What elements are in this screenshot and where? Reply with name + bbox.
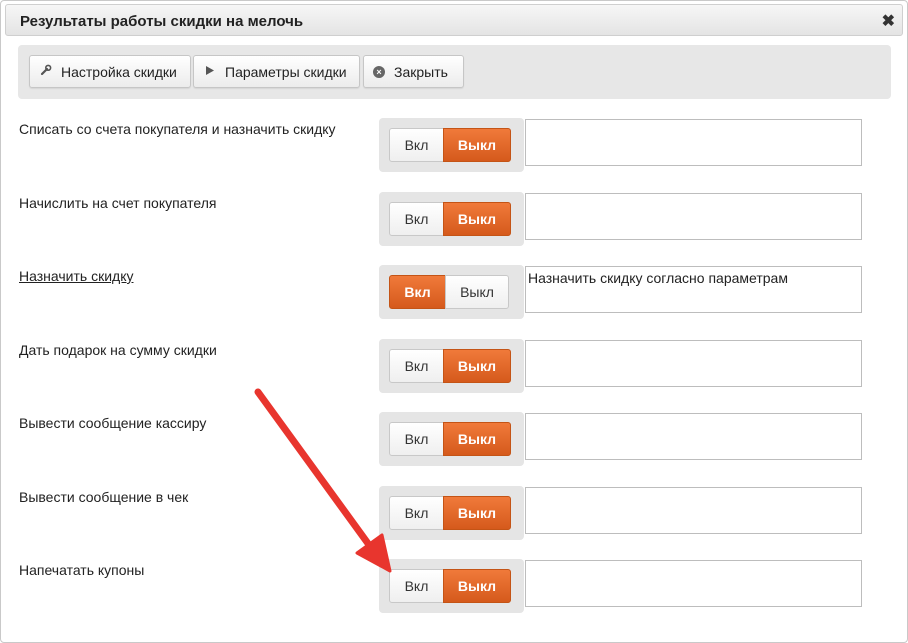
toggle-switch: Вкл Выкл: [379, 192, 524, 246]
toggle-on-button[interactable]: Вкл: [389, 128, 444, 162]
discount-params-label: Параметры скидки: [225, 63, 347, 80]
close-button[interactable]: × Закрыть: [363, 55, 464, 88]
toggle-switch: Вкл Выкл: [379, 265, 524, 319]
row-label: Вывести сообщение кассиру: [19, 415, 207, 431]
toggle-off-button[interactable]: Выкл: [443, 128, 511, 162]
toggle-off-button[interactable]: Выкл: [443, 349, 511, 383]
row-text-field[interactable]: [525, 119, 862, 166]
dialog-titlebar: Результаты работы скидки на мелочь ✖: [5, 4, 903, 36]
close-icon[interactable]: ✖: [882, 11, 895, 31]
toggle-switch: Вкл Выкл: [379, 559, 524, 613]
dialog-title: Результаты работы скидки на мелочь: [20, 13, 304, 30]
row-text-field[interactable]: Назначить скидку согласно параметрам: [525, 266, 862, 313]
discount-results-dialog: Результаты работы скидки на мелочь ✖ Нас…: [0, 0, 908, 643]
toggle-off-button[interactable]: Выкл: [443, 422, 511, 456]
row-text-field[interactable]: [525, 193, 862, 240]
toggle-switch: Вкл Выкл: [379, 486, 524, 540]
row-label[interactable]: Назначить скидку: [19, 268, 133, 284]
row-label: Начислить на счет покупателя: [19, 195, 217, 211]
toggle-on-button[interactable]: Вкл: [389, 422, 444, 456]
row-text-field[interactable]: [525, 487, 862, 534]
row-text-field[interactable]: [525, 340, 862, 387]
toggle-switch: Вкл Выкл: [379, 118, 524, 172]
arrow-shaft: [254, 388, 376, 553]
toggle-on-button[interactable]: Вкл: [389, 275, 446, 309]
discount-settings-button[interactable]: Настройка скидки: [29, 55, 191, 88]
toolbar: Настройка скидки Параметры скидки × Закр…: [18, 45, 891, 99]
row-label: Вывести сообщение в чек: [19, 489, 189, 505]
toggle-on-button[interactable]: Вкл: [389, 496, 444, 530]
wrench-icon: [39, 64, 53, 79]
row-label: Дать подарок на сумму скидки: [19, 342, 217, 358]
toggle-on-button[interactable]: Вкл: [389, 202, 444, 236]
toggle-off-button[interactable]: Выкл: [443, 202, 511, 236]
row-text-field[interactable]: [525, 413, 862, 460]
close-button-label: Закрыть: [394, 63, 448, 80]
toggle-switch: Вкл Выкл: [379, 412, 524, 466]
close-circle-icon: ×: [373, 65, 385, 78]
toggle-on-button[interactable]: Вкл: [389, 569, 444, 603]
toggle-switch: Вкл Выкл: [379, 339, 524, 393]
toggle-off-button[interactable]: Выкл: [443, 496, 511, 530]
row-text-field[interactable]: [525, 560, 862, 607]
play-icon: [203, 65, 217, 78]
toggle-off-button[interactable]: Выкл: [445, 275, 509, 309]
discount-params-button[interactable]: Параметры скидки: [193, 55, 360, 88]
toggle-on-button[interactable]: Вкл: [389, 349, 444, 383]
row-label: Напечатать купоны: [19, 562, 145, 578]
row-label: Списать со счета покупателя и назначить …: [19, 121, 336, 137]
toggle-off-button[interactable]: Выкл: [443, 569, 511, 603]
discount-settings-label: Настройка скидки: [61, 63, 177, 80]
